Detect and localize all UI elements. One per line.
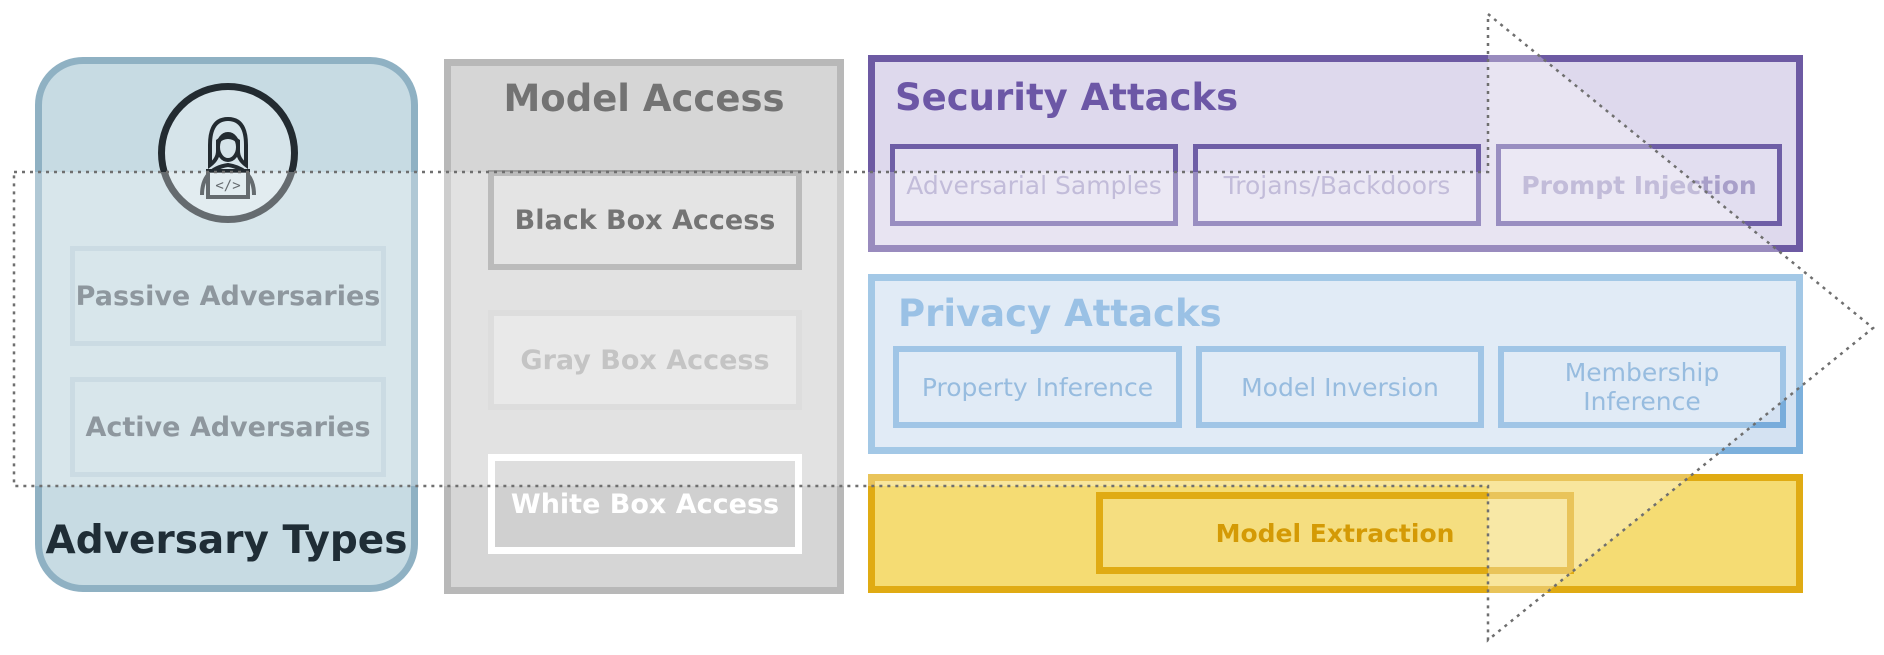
model-extraction-label: Model Extraction xyxy=(1215,518,1455,548)
black-box-access-label: Black Box Access xyxy=(514,204,776,236)
privacy-attacks-title: Privacy Attacks xyxy=(898,291,1222,335)
model-extraction-box: Model Extraction xyxy=(1096,492,1574,574)
active-adversaries-label: Active Adversaries xyxy=(85,411,371,443)
membership-inference-box: Membership Inference xyxy=(1498,346,1786,428)
model-inversion-box: Model Inversion xyxy=(1196,346,1484,428)
security-attacks-title: Security Attacks xyxy=(895,75,1239,119)
black-box-access-box: Black Box Access xyxy=(488,170,802,270)
adversarial-samples-box: Adversarial Samples xyxy=(890,144,1178,226)
property-inference-label: Property Inference xyxy=(921,372,1154,402)
gray-box-access-box: Gray Box Access xyxy=(488,310,802,410)
adversary-types-title: Adversary Types xyxy=(45,517,408,563)
trojans-backdoors-box: Trojans/Backdoors xyxy=(1193,144,1481,226)
hacker-laptop-icon: </> xyxy=(158,83,298,223)
membership-inference-label: Membership Inference xyxy=(1564,358,1720,416)
active-adversaries-box: Active Adversaries xyxy=(70,377,386,477)
prompt-injection-box: Prompt Injection xyxy=(1496,144,1782,226)
gray-box-access-label: Gray Box Access xyxy=(520,344,770,376)
model-access-title: Model Access xyxy=(503,76,785,120)
passive-adversaries-label: Passive Adversaries xyxy=(75,280,381,312)
white-box-access-box: White Box Access xyxy=(488,454,802,554)
property-inference-box: Property Inference xyxy=(893,346,1182,428)
adversarial-samples-label: Adversarial Samples xyxy=(906,170,1162,200)
passive-adversaries-box: Passive Adversaries xyxy=(70,246,386,346)
model-inversion-label: Model Inversion xyxy=(1241,372,1439,402)
prompt-injection-label: Prompt Injection xyxy=(1521,170,1757,200)
trojans-backdoors-label: Trojans/Backdoors xyxy=(1223,170,1451,200)
svg-text:</>: </> xyxy=(215,178,240,194)
white-box-access-label: White Box Access xyxy=(510,488,780,520)
